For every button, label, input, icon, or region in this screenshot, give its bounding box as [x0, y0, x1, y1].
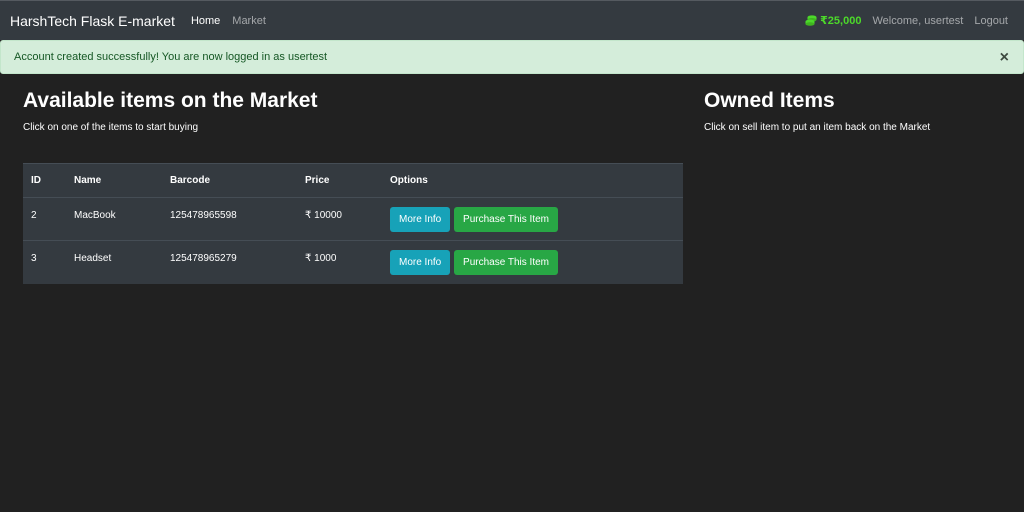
table-row: 3 Headset 125478965279 ₹ 1000 More Info …: [23, 240, 683, 284]
item-name: Headset: [66, 240, 162, 284]
logout-link[interactable]: Logout: [974, 15, 1008, 27]
purchase-button[interactable]: Purchase This Item: [454, 207, 558, 232]
item-id: 2: [23, 197, 66, 241]
column-header-id: ID: [23, 163, 66, 198]
table-header-row: ID Name Barcode Price Options: [23, 163, 683, 198]
item-options: More Info Purchase This Item: [382, 240, 683, 284]
alert-message: Account created successfully! You are no…: [14, 51, 328, 63]
column-header-name: Name: [66, 163, 162, 198]
owned-items-subtitle: Click on sell item to put an item back o…: [704, 122, 931, 133]
welcome-text: Welcome, usertest: [872, 14, 964, 27]
item-name: MacBook: [66, 197, 162, 241]
navbar: HarshTech Flask E-market Home Market ₹25…: [0, 0, 1024, 40]
market-title: Available items on the Market: [23, 89, 318, 112]
more-info-button[interactable]: More Info: [390, 250, 451, 275]
column-header-options: Options: [382, 163, 683, 198]
table-row: 2 MacBook 125478965598 ₹ 10000 More Info…: [23, 197, 683, 241]
item-barcode: 125478965598: [162, 197, 297, 241]
nav-home-link[interactable]: Home: [191, 15, 220, 27]
item-options: More Info Purchase This Item: [382, 197, 683, 241]
column-header-barcode: Barcode: [162, 163, 297, 198]
success-alert: Account created successfully! You are no…: [0, 40, 1024, 74]
close-icon[interactable]: ×: [1000, 50, 1009, 66]
item-barcode: 125478965279: [162, 240, 297, 284]
budget-display: ₹25,000: [805, 14, 861, 27]
purchase-button[interactable]: Purchase This Item: [454, 250, 558, 275]
item-price: ₹ 1000: [297, 240, 382, 284]
column-header-price: Price: [297, 163, 382, 198]
item-price: ₹ 10000: [297, 197, 382, 241]
nav-market-link[interactable]: Market: [232, 15, 266, 27]
market-subtitle: Click on one of the items to start buyin…: [23, 122, 199, 133]
item-id: 3: [23, 240, 66, 284]
coins-icon: [805, 15, 817, 26]
more-info-button[interactable]: More Info: [390, 207, 451, 232]
budget-amount: ₹25,000: [820, 15, 862, 27]
market-table: ID Name Barcode Price Options 2 MacBook …: [23, 163, 683, 284]
navbar-right: ₹25,000 Welcome, usertest Logout: [805, 14, 1008, 27]
owned-items-title: Owned Items: [704, 89, 835, 112]
brand-link[interactable]: HarshTech Flask E-market: [10, 13, 175, 29]
